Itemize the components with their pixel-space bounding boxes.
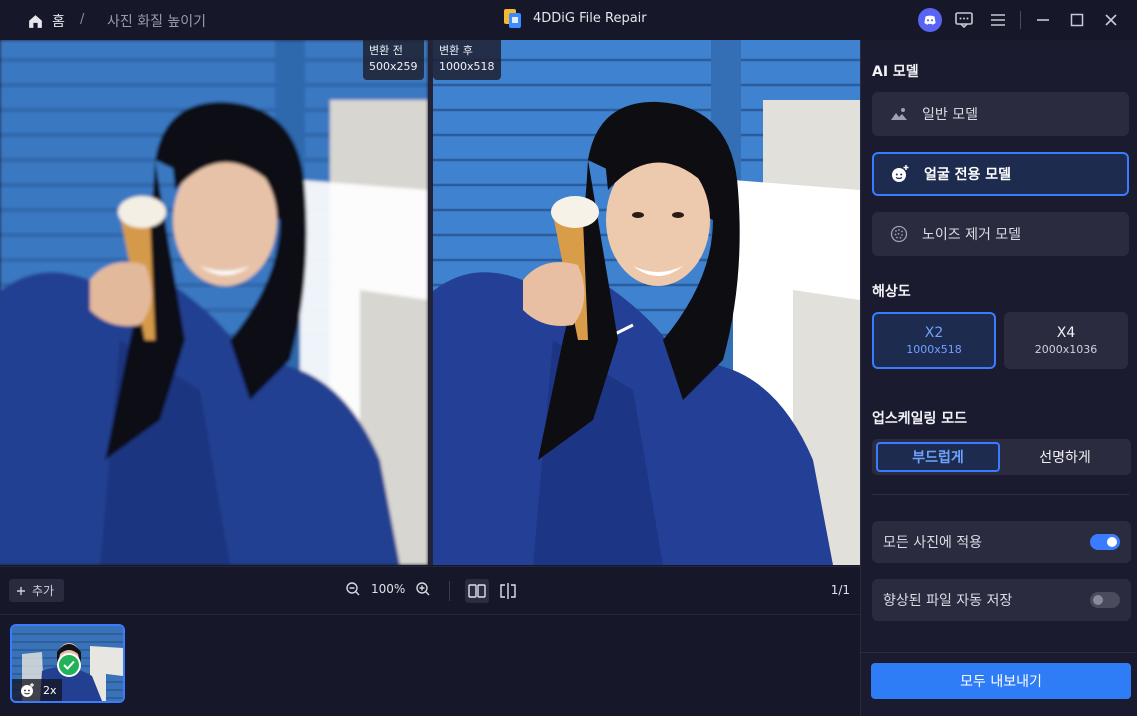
window-controls — [908, 8, 1123, 32]
resolution-x2-size: 1000x518 — [906, 343, 962, 356]
side-by-side-view-button[interactable] — [465, 579, 489, 603]
checkmark-icon — [57, 653, 81, 677]
resolution-x2-label: X2 — [924, 325, 944, 341]
breadcrumb-separator: / — [80, 12, 85, 27]
noise-icon — [890, 225, 908, 243]
apply-all-row: 모든 사진에 적용 — [872, 521, 1131, 563]
auto-save-row: 향상된 파일 자동 저장 — [872, 579, 1131, 621]
add-button[interactable]: 추가 — [9, 579, 65, 602]
close-icon[interactable] — [1099, 8, 1123, 32]
resolution-x4-label: X4 — [1056, 325, 1076, 341]
model-denoise-button[interactable]: 노이즈 제거 모델 — [872, 212, 1129, 256]
thumbnail-strip: 2x — [0, 614, 860, 716]
auto-save-switch[interactable] — [1090, 592, 1120, 608]
thumbnail-item[interactable]: 2x — [10, 624, 125, 703]
home-label: 홈 — [52, 14, 65, 30]
zoom-value: 100% — [371, 582, 406, 596]
before-label: 변환 전 — [369, 44, 403, 57]
side-by-side-icon — [468, 584, 486, 598]
before-image — [0, 40, 428, 565]
app-logo-icon — [503, 7, 523, 29]
model-general-button[interactable]: 일반 모델 — [872, 92, 1129, 136]
split-view-button[interactable] — [496, 579, 520, 603]
after-tag: 변환 후 1000x518 — [433, 40, 501, 80]
model-face-button[interactable]: 얼굴 전용 모델 — [872, 152, 1129, 196]
apply-all-label: 모든 사진에 적용 — [883, 535, 983, 551]
resolution-x2-button[interactable]: X2 1000x518 — [872, 312, 996, 369]
face-sparkle-icon — [892, 165, 909, 182]
resolution-x4-size: 2000x1036 — [1034, 343, 1098, 356]
preview-toolbar: 추가 100% 1/1 — [0, 566, 860, 614]
upscale-mode-toggle: 부드럽게 선명하게 — [872, 439, 1131, 475]
upscale-mode-title: 업스케일링 모드 — [872, 411, 968, 427]
zoom-out-icon[interactable] — [345, 581, 361, 597]
landscape-icon — [891, 108, 907, 120]
plus-icon — [17, 586, 25, 595]
settings-panel: AI 모델 일반 모델 얼굴 전용 모델 노이즈 제거 모델 해상도 X2 10… — [860, 40, 1137, 716]
face-sparkle-icon — [21, 683, 34, 697]
apply-all-switch[interactable] — [1090, 534, 1120, 550]
title-bar: 홈 / 사진 화질 높이기 4DDiG File Repair — [0, 0, 1137, 40]
auto-save-label: 향상된 파일 자동 저장 — [883, 593, 1013, 609]
before-tag: 변환 전 500x259 — [363, 40, 424, 80]
breadcrumb-current: 사진 화질 높이기 — [107, 14, 207, 30]
maximize-icon[interactable] — [1065, 8, 1089, 32]
panel-divider — [872, 494, 1129, 495]
resolution-x4-button[interactable]: X4 2000x1036 — [1004, 312, 1128, 369]
feedback-icon[interactable] — [952, 8, 976, 32]
upscale-sharp-button[interactable]: 선명하게 — [1003, 442, 1127, 472]
menu-icon[interactable] — [986, 8, 1010, 32]
model-face-label: 얼굴 전용 모델 — [924, 167, 1012, 183]
window-controls-divider — [1020, 11, 1021, 29]
split-view-icon — [500, 583, 516, 599]
minimize-icon[interactable] — [1031, 8, 1055, 32]
toolbar-divider — [449, 581, 450, 601]
after-image — [433, 40, 860, 565]
export-all-button[interactable]: 모두 내보내기 — [871, 663, 1131, 699]
export-area: 모두 내보내기 — [861, 652, 1137, 716]
zoom-control: 100% — [345, 581, 431, 597]
home-button[interactable]: 홈 — [27, 11, 65, 31]
upscale-smooth-button[interactable]: 부드럽게 — [876, 442, 1000, 472]
thumbnail-scale: 2x — [43, 683, 57, 697]
app-title: 4DDiG File Repair — [503, 7, 647, 29]
preview-area: 변환 전 500x259 변환 후 1000x518 — [0, 40, 860, 565]
zoom-in-icon[interactable] — [415, 581, 431, 597]
model-denoise-label: 노이즈 제거 모델 — [922, 227, 1022, 243]
page-indicator: 1/1 — [830, 583, 850, 597]
thumbnail-badge: 2x — [12, 679, 62, 701]
after-label: 변환 후 — [439, 44, 473, 57]
before-size: 500x259 — [369, 60, 418, 73]
model-general-label: 일반 모델 — [922, 107, 978, 123]
app-title-text: 4DDiG File Repair — [533, 10, 647, 26]
ai-model-title: AI 모델 — [872, 64, 919, 80]
resolution-title: 해상도 — [872, 284, 911, 300]
home-icon — [29, 14, 42, 28]
discord-icon[interactable] — [918, 8, 942, 32]
after-size: 1000x518 — [439, 60, 495, 73]
add-label: 추가 — [32, 584, 55, 598]
